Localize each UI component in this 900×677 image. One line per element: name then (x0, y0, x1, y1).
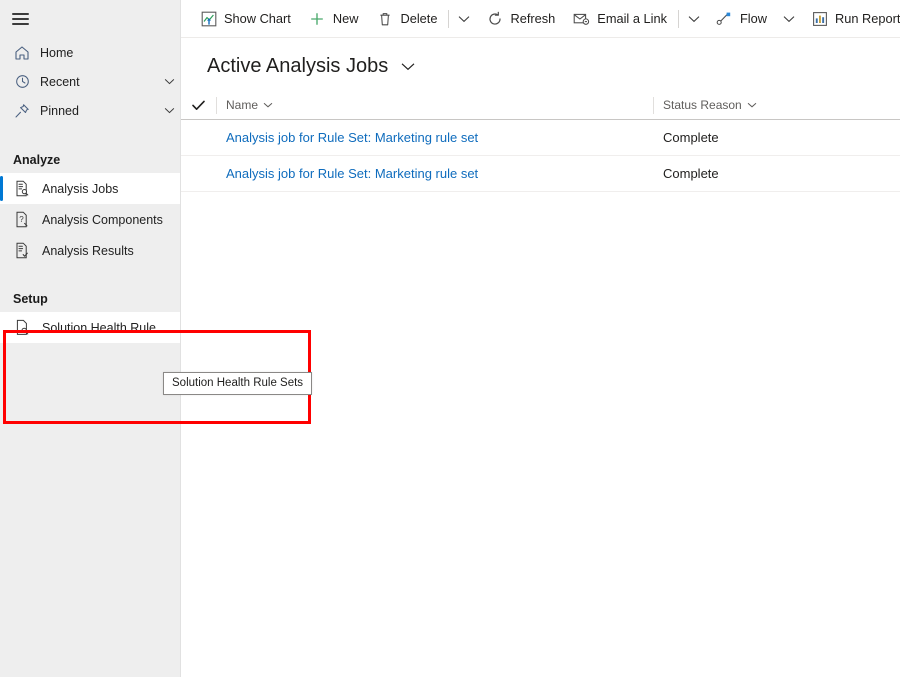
sidebar-item-label: Analysis Components (42, 212, 163, 227)
refresh-icon (486, 10, 503, 27)
show-chart-button[interactable]: Show Chart (191, 0, 300, 37)
document-question-icon: ? (13, 211, 31, 229)
view-selector[interactable]: Active Analysis Jobs (181, 38, 900, 78)
sidebar-item-analysis-jobs[interactable]: Analysis Jobs (0, 173, 180, 204)
table-row[interactable]: Analysis job for Rule Set: Marketing rul… (181, 120, 900, 156)
row-name-link[interactable]: Analysis job for Rule Set: Marketing rul… (216, 130, 653, 145)
command-label: Run Report (835, 11, 900, 26)
chevron-down-icon[interactable] (158, 78, 180, 85)
flow-icon (716, 10, 733, 27)
row-status-reason: Complete (663, 130, 719, 145)
app-root: Home Recent Pinned Analyze Analysis Jobs… (0, 0, 900, 677)
site-map-toggle-button[interactable] (0, 0, 180, 38)
sidebar-item-analysis-components[interactable]: ? Analysis Components (0, 204, 180, 235)
sidebar-item-label: Pinned (40, 103, 79, 118)
page-title: Active Analysis Jobs (207, 55, 389, 77)
command-label: Flow (739, 11, 768, 26)
command-label: Refresh (510, 11, 556, 26)
sidebar-item-label: Home (40, 45, 74, 60)
refresh-button[interactable]: Refresh (477, 0, 564, 37)
clock-icon (13, 73, 31, 91)
chevron-down-icon[interactable] (158, 107, 180, 114)
email-a-link-button[interactable]: Email a Link (564, 0, 676, 37)
chevron-down-icon[interactable] (263, 102, 273, 108)
document-search-icon (13, 180, 31, 198)
sidebar-item-label: Analysis Results (42, 243, 134, 258)
sidebar-item-solution-health-rule-sets[interactable]: Solution Health Rule ... (0, 312, 180, 343)
run-report-icon (811, 10, 828, 27)
email-link-icon (573, 10, 590, 27)
select-all-checkbox[interactable] (181, 100, 216, 111)
sidebar-item-label: Solution Health Rule ... (42, 320, 170, 335)
column-header-status-reason[interactable]: Status Reason (653, 96, 757, 114)
run-report-button[interactable]: Run Report (802, 0, 900, 37)
plus-icon (309, 10, 326, 27)
flow-button[interactable]: Flow (707, 0, 776, 37)
command-label: Delete (400, 11, 438, 26)
delete-button[interactable]: Delete (367, 0, 446, 37)
sidebar-item-home[interactable]: Home (0, 38, 180, 67)
table-row[interactable]: Analysis job for Rule Set: Marketing rul… (181, 156, 900, 192)
flow-chevron[interactable] (776, 0, 802, 37)
data-grid: Name Status Reason Analysis job for Rule… (181, 91, 900, 192)
row-status-reason: Complete (663, 166, 719, 181)
column-header-label: Name (226, 98, 259, 112)
main-content: Show Chart New Delete Refresh Email a Li… (181, 0, 900, 677)
sidebar-group-setup: Setup (13, 292, 48, 306)
row-name-link[interactable]: Analysis job for Rule Set: Marketing rul… (216, 166, 653, 181)
command-separator (448, 9, 450, 28)
trash-icon (376, 10, 393, 27)
sidebar-item-pinned[interactable]: Pinned (0, 96, 180, 125)
chevron-down-icon (459, 15, 470, 22)
new-button[interactable]: New (300, 0, 368, 37)
chevron-down-icon[interactable] (747, 102, 757, 108)
command-label: Show Chart (224, 11, 291, 26)
command-label: New (332, 11, 359, 26)
sidebar-item-recent[interactable]: Recent (0, 67, 180, 96)
sidebar-item-label: Analysis Jobs (42, 181, 119, 196)
command-separator (677, 9, 679, 28)
sidebar: Home Recent Pinned Analyze Analysis Jobs… (0, 0, 181, 677)
home-icon (13, 44, 31, 62)
pin-icon (13, 102, 31, 120)
chevron-down-icon (783, 15, 795, 22)
grid-header-row: Name Status Reason (181, 91, 900, 120)
sidebar-group-analyze: Analyze (13, 153, 61, 167)
sidebar-item-label: Recent (40, 74, 80, 89)
tooltip: Solution Health Rule Sets (163, 372, 313, 395)
command-label: Email a Link (597, 11, 667, 26)
chevron-down-icon (688, 15, 700, 22)
command-bar: Show Chart New Delete Refresh Email a Li… (181, 0, 900, 38)
column-header-label: Status Reason (663, 98, 742, 112)
hamburger-icon (12, 13, 29, 25)
checkmark-icon (192, 100, 205, 110)
chevron-down-icon[interactable] (401, 62, 415, 71)
email-overflow-chevron[interactable] (681, 0, 707, 37)
show-chart-icon (200, 10, 217, 27)
document-magnify-icon (13, 319, 31, 337)
column-header-name[interactable]: Name (216, 96, 653, 114)
sidebar-item-analysis-results[interactable]: Analysis Results (0, 235, 180, 266)
delete-overflow-chevron[interactable] (451, 0, 477, 37)
document-check-icon (13, 242, 31, 260)
svg-text:?: ? (19, 215, 24, 224)
